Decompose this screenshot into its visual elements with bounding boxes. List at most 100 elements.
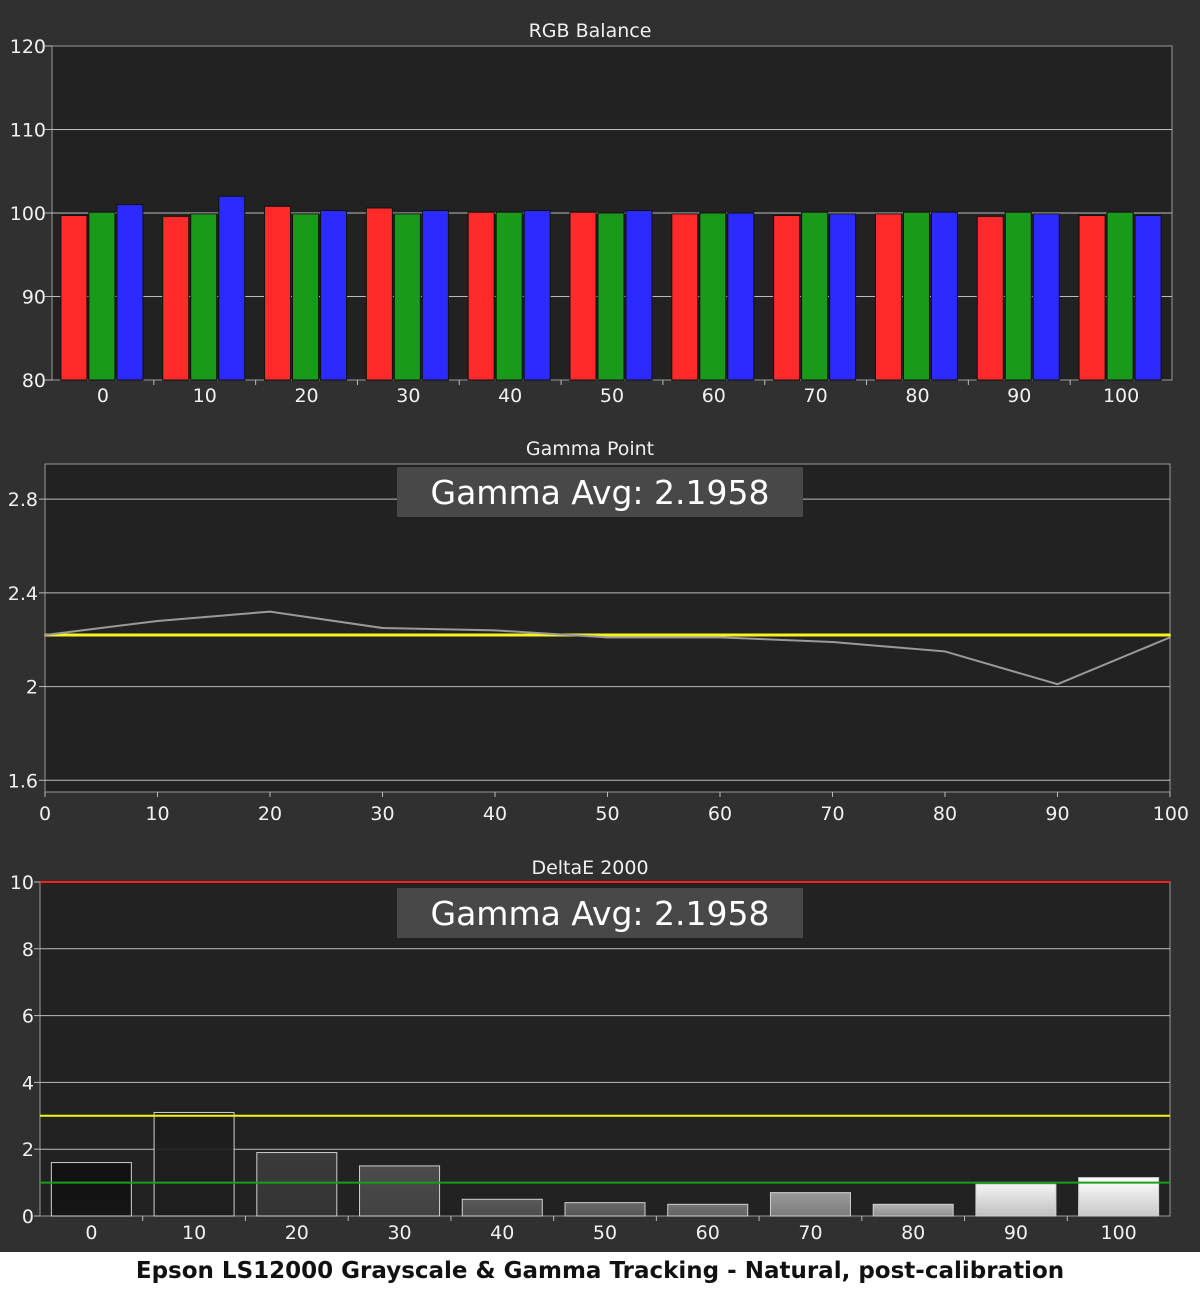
bar-blue xyxy=(116,204,144,381)
x-tick-label: 100 xyxy=(1103,385,1139,407)
deltae-2000-chart: DeltaE 2000 0 2 4 6 8 10 Gamma Avg: 2.1958 0 10 20… xyxy=(0,836,1200,1252)
deltae-bar xyxy=(667,1203,749,1217)
y-tick-label: 120 xyxy=(10,36,46,58)
y-tick-label: 4 xyxy=(22,1072,34,1094)
data-point-yellow xyxy=(381,634,384,637)
bar-blue xyxy=(320,209,348,381)
data-point-yellow xyxy=(269,634,271,637)
x-tick-label: 20 xyxy=(285,1222,309,1244)
data-point-gray_line xyxy=(1056,683,1059,686)
x-tick-label: 70 xyxy=(798,1222,822,1244)
data-point-gray_line xyxy=(381,627,384,629)
data-point-yellow xyxy=(494,634,496,637)
bar-red xyxy=(365,207,393,381)
data-point-gray_line xyxy=(719,636,721,639)
x-tick-label: 30 xyxy=(396,385,420,407)
deltae-bar xyxy=(153,1111,235,1217)
deltae-bar xyxy=(359,1165,441,1217)
bar-green xyxy=(495,211,523,381)
x-tick-label: 80 xyxy=(901,1222,925,1244)
y-tick-label: 8 xyxy=(22,939,34,961)
bar-blue xyxy=(829,213,857,381)
y-tick-label: 2 xyxy=(22,1139,34,1161)
y-tick-label: 2.8 xyxy=(8,489,38,511)
chart-title: RGB Balance xyxy=(529,20,652,42)
figure: RGB Balance 80 90 100 110 120 0 10 20 30 40 50 60 70 8… xyxy=(0,0,1200,1291)
bar-blue xyxy=(930,211,958,381)
bar-red xyxy=(264,205,292,381)
deltae-bar xyxy=(50,1162,132,1217)
data-point-yellow xyxy=(156,634,159,637)
x-tick-label: 60 xyxy=(702,385,726,407)
data-point-yellow xyxy=(1056,634,1059,637)
bar-green xyxy=(902,211,930,381)
x-tick-label: 50 xyxy=(595,803,619,825)
bar-blue xyxy=(727,212,755,381)
y-tick-label: 0 xyxy=(22,1206,34,1228)
x-tick-label: 0 xyxy=(39,803,51,825)
x-tick-label: 100 xyxy=(1153,803,1189,825)
data-point-gray_line xyxy=(944,650,946,653)
x-tick-label: 40 xyxy=(483,803,507,825)
chart-title: DeltaE 2000 xyxy=(531,857,648,879)
x-tick-label: 70 xyxy=(804,385,828,407)
bar-blue xyxy=(1032,213,1060,381)
bar-blue xyxy=(523,209,551,381)
x-tick-label: 60 xyxy=(696,1222,720,1244)
bar-red xyxy=(569,211,597,381)
y-tick-label: 10 xyxy=(10,872,34,894)
bar-green xyxy=(699,212,727,381)
deltae-bar xyxy=(872,1203,954,1217)
bar-red xyxy=(162,215,190,381)
data-point-yellow xyxy=(719,634,721,637)
bar-green xyxy=(1106,211,1134,381)
deltae-bar xyxy=(564,1202,646,1217)
bar-green xyxy=(597,212,625,381)
chart-title: Gamma Point xyxy=(526,438,654,460)
deltae-bar xyxy=(975,1183,1057,1217)
bar-green xyxy=(88,211,116,381)
x-tick-label: 30 xyxy=(387,1222,411,1244)
x-tick-label: 90 xyxy=(1045,803,1069,825)
rgb-balance-chart: RGB Balance 80 90 100 110 120 0 10 20 30 40 50 60 70 8… xyxy=(0,0,1200,418)
y-tick-label: 2.4 xyxy=(8,583,38,605)
deltae-bar xyxy=(256,1152,338,1217)
x-tick-label: 50 xyxy=(593,1222,617,1244)
bar-red xyxy=(976,215,1004,381)
y-tick-label: 90 xyxy=(22,287,46,309)
data-point-yellow xyxy=(1169,634,1171,637)
x-tick-label: 10 xyxy=(145,803,169,825)
bar-red xyxy=(1078,215,1106,381)
x-tick-label: 20 xyxy=(258,803,282,825)
y-tick-label: 1.6 xyxy=(8,770,38,792)
x-tick-label: 0 xyxy=(85,1222,97,1244)
data-point-gray_line xyxy=(831,641,834,644)
x-tick-label: 80 xyxy=(905,385,929,407)
y-tick-label: 2 xyxy=(26,677,38,699)
bar-blue xyxy=(218,195,246,381)
x-tick-label: 90 xyxy=(1007,385,1031,407)
gamma-point-chart: Gamma Point 1.6 2 2.4 2.8 0 10 20 30 40 50 60 70 80 90… xyxy=(0,418,1200,836)
x-tick-label: 0 xyxy=(97,385,109,407)
x-tick-label: 70 xyxy=(820,803,844,825)
deltae-bar xyxy=(461,1198,543,1217)
y-tick-label: 100 xyxy=(10,203,46,225)
bar-green xyxy=(801,211,829,381)
bar-red xyxy=(874,213,902,381)
data-point-yellow xyxy=(606,634,609,637)
data-point-gray_line xyxy=(269,610,271,613)
bar-red xyxy=(671,213,699,381)
bar-blue xyxy=(625,209,653,381)
bar-green xyxy=(393,213,421,381)
x-tick-label: 30 xyxy=(370,803,394,825)
data-point-gray_line xyxy=(606,636,609,639)
x-tick-label: 90 xyxy=(1004,1222,1028,1244)
data-point-gray_line xyxy=(44,634,46,637)
y-tick-label: 110 xyxy=(10,120,46,142)
x-tick-label: 10 xyxy=(182,1222,206,1244)
bar-red xyxy=(60,215,88,381)
deltae-bar xyxy=(769,1192,851,1217)
data-point-yellow xyxy=(944,634,946,637)
annotation-text: Gamma Avg: 2.1958 xyxy=(431,894,770,933)
data-point-gray_line xyxy=(156,619,159,622)
